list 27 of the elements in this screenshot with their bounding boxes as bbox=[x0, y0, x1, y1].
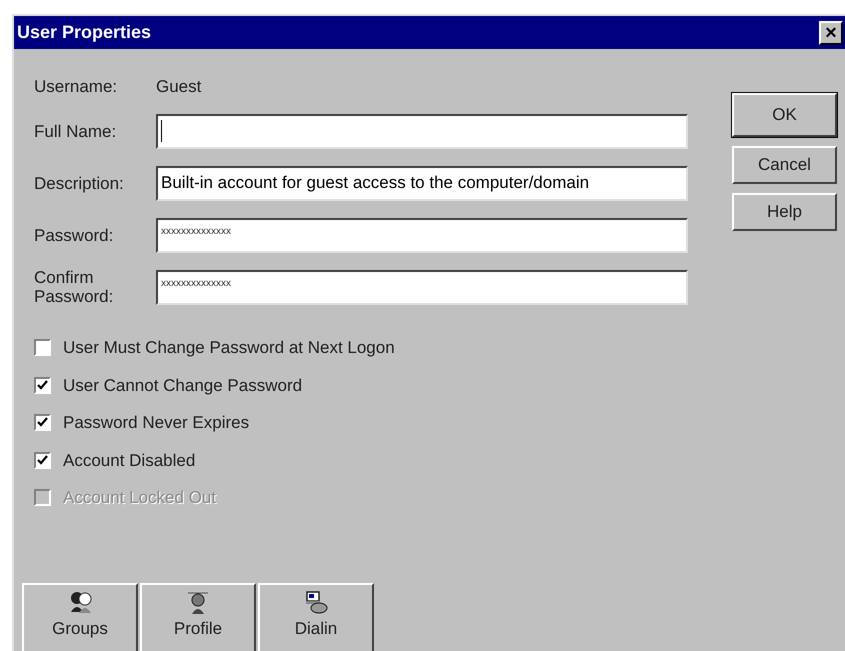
checkbox-label: Password Never Expires bbox=[63, 412, 250, 434]
checkbox-label: Account Locked Out bbox=[63, 487, 216, 509]
text-field[interactable]: xxxxxxxxxxxxxx bbox=[156, 218, 688, 252]
username-value: Guest bbox=[156, 76, 202, 98]
text-field[interactable]: xxxxxxxxxxxxxx bbox=[156, 270, 688, 304]
close-button[interactable]: × bbox=[819, 20, 843, 44]
window-title: User Properties bbox=[17, 21, 152, 44]
text-field[interactable]: Built-in account for guest access to the computer/domain bbox=[156, 166, 688, 200]
checkbox-label: Account Disabled bbox=[63, 450, 196, 472]
checkbox-label: User Must Change Password at Next Logon bbox=[63, 337, 395, 359]
checkbox-label: User Cannot Change Password bbox=[63, 374, 302, 396]
checkbox[interactable] bbox=[34, 339, 51, 356]
tab-button[interactable]: Profile bbox=[140, 582, 256, 651]
checkbox[interactable] bbox=[34, 376, 51, 394]
tab-button[interactable]: Groups bbox=[22, 582, 138, 651]
field-label: Confirm Password: bbox=[34, 268, 114, 306]
dialog-button[interactable]: OK bbox=[732, 93, 837, 137]
checkbox[interactable] bbox=[34, 452, 51, 469]
username-label: Username: bbox=[34, 76, 118, 98]
dialog-button[interactable]: Help bbox=[732, 193, 837, 231]
field-label: Description: bbox=[34, 174, 125, 192]
dialog-button[interactable]: Cancel bbox=[732, 146, 837, 184]
tab-button[interactable]: Dialin bbox=[258, 582, 374, 651]
field-label: Full Name: bbox=[34, 122, 118, 140]
text-field[interactable] bbox=[156, 114, 688, 148]
checkbox[interactable] bbox=[34, 414, 51, 432]
field-label: Password: bbox=[34, 226, 114, 244]
